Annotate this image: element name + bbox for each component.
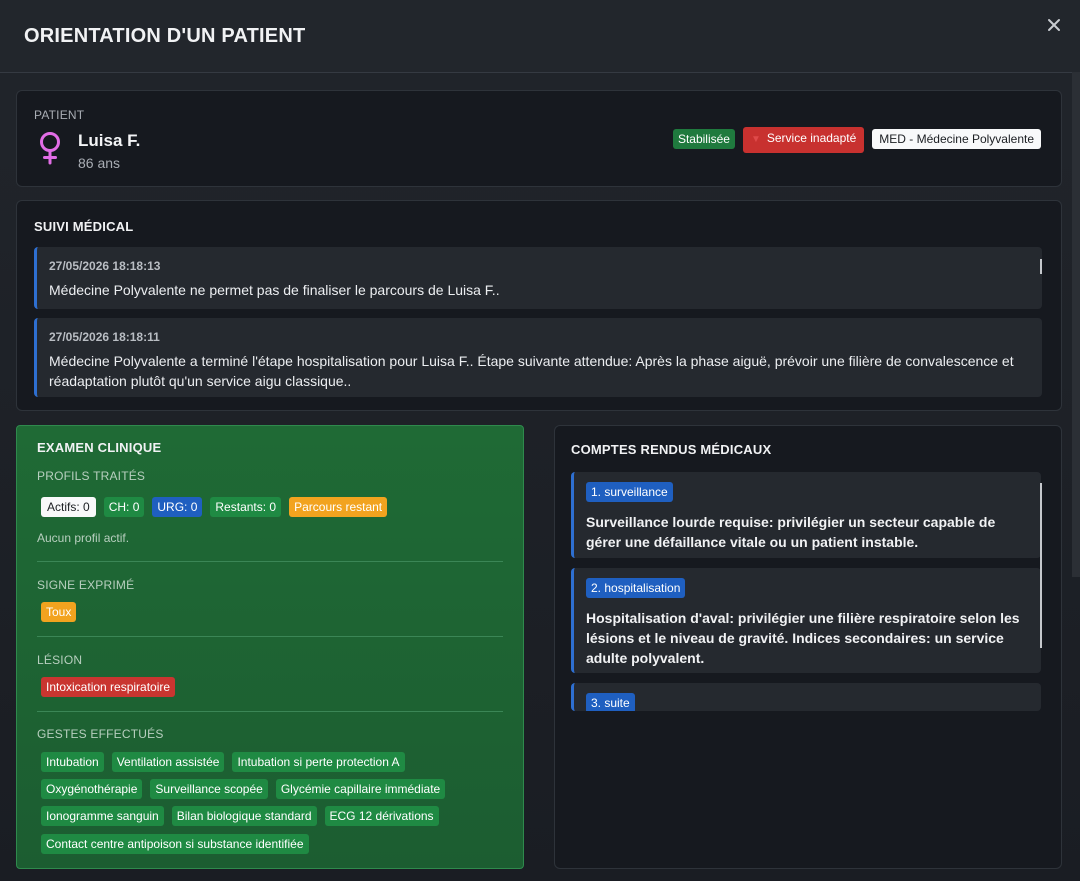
restants-chip: Restants: 0 <box>210 497 282 517</box>
signe-label: SIGNE EXPRIMÉ <box>37 578 135 592</box>
report-tag: 1. surveillance <box>586 482 673 502</box>
log-text: Médecine Polyvalente ne permet pas de fi… <box>49 282 500 298</box>
geste-chip: ECG 12 dérivations <box>324 806 439 826</box>
geste-chip: Bilan biologique standard <box>171 806 317 826</box>
examen-clinique-card: EXAMEN CLINIQUE PROFILS TRAITÉS Actifs: … <box>16 425 524 869</box>
report-tag: 2. hospitalisation <box>586 578 686 598</box>
report-tag: 3. suite <box>586 693 635 711</box>
report-item: 2. hospitalisation Hospitalisation d'ava… <box>571 568 1041 673</box>
geste-chip: Intubation <box>41 752 104 772</box>
orientation-modal: ORIENTATION D'UN PATIENT PATIENT Luisa F… <box>0 0 1080 881</box>
profils-row: Actifs: 0 CH: 0 URG: 0 Restants: 0 Parco… <box>41 497 388 517</box>
divider <box>37 636 503 637</box>
lesion-row: Intoxication respiratoire <box>41 677 176 697</box>
ch-chip: CH: 0 <box>103 497 145 517</box>
patient-label: PATIENT <box>34 108 85 122</box>
female-icon <box>35 131 65 165</box>
geste-chip: Glycémie capillaire immédiate <box>275 779 446 799</box>
report-item: 3. suite <box>571 683 1041 711</box>
profils-label: PROFILS TRAITÉS <box>37 469 146 483</box>
close-icon[interactable] <box>1046 18 1062 34</box>
lesion-chip: Intoxication respiratoire <box>41 677 176 697</box>
report-item: 1. surveillance Surveillance lourde requ… <box>571 472 1041 558</box>
suivi-title: SUIVI MÉDICAL <box>34 219 134 234</box>
log-text: Médecine Polyvalente a terminé l'étape h… <box>49 353 1014 389</box>
log-timestamp: 27/05/2026 18:18:11 <box>49 330 160 344</box>
exam-title: EXAMEN CLINIQUE <box>37 440 162 455</box>
modal-header: ORIENTATION D'UN PATIENT <box>0 0 1080 73</box>
gestes-label: GESTES EFFECTUÉS <box>37 727 164 741</box>
reports-title: COMPTES RENDUS MÉDICAUX <box>571 442 772 457</box>
signe-chip: Toux <box>41 602 77 622</box>
modal-title: ORIENTATION D'UN PATIENT <box>24 24 306 47</box>
lesion-label: LÉSION <box>37 653 83 667</box>
down-arrow-icon: ▼ <box>750 134 761 145</box>
patient-age: 86 ans <box>78 155 121 171</box>
log-entry: 27/05/2026 18:18:13 Médecine Polyvalente… <box>34 247 1042 309</box>
modal-scrollbar[interactable] <box>1072 72 1080 577</box>
signe-row: Toux <box>41 602 77 622</box>
gestes-row: Intubation Ventilation assistée Intubati… <box>41 752 405 772</box>
parcours-chip: Parcours restant <box>289 497 388 517</box>
no-profile-text: Aucun profil actif. <box>37 531 130 545</box>
patient-card: PATIENT Luisa F. 86 ans Stabilisée ▼ Serv… <box>16 90 1062 187</box>
scrollbar[interactable] <box>1040 259 1042 274</box>
geste-chip: Oxygénothérapie <box>41 779 143 799</box>
geste-chip: Ventilation assistée <box>111 752 225 772</box>
comptes-rendus-card: COMPTES RENDUS MÉDICAUX 1. surveillance … <box>554 425 1062 869</box>
geste-chip: Intubation si perte protection A <box>232 752 405 772</box>
service-warning-badge: ▼ Service inadapté <box>742 127 865 153</box>
urg-chip: URG: 0 <box>152 497 203 517</box>
gestes-row: Contact centre antipoison si substance i… <box>41 834 309 854</box>
service-warning-label: Service inadapté <box>766 131 857 145</box>
geste-chip: Contact centre antipoison si substance i… <box>41 834 309 854</box>
log-entry: 27/05/2026 18:18:11 Médecine Polyvalente… <box>34 318 1042 397</box>
suivi-medical-card: SUIVI MÉDICAL 27/05/2026 18:18:13 Médeci… <box>16 200 1062 411</box>
patient-name: Luisa F. <box>78 131 141 150</box>
divider <box>37 711 503 712</box>
geste-chip: Surveillance scopée <box>150 779 268 799</box>
gestes-row: Oxygénothérapie Surveillance scopée Glyc… <box>41 779 446 799</box>
state-badge: Stabilisée <box>672 129 735 149</box>
log-timestamp: 27/05/2026 18:18:13 <box>49 259 161 273</box>
report-text: Surveillance lourde requise: privilégier… <box>586 514 996 550</box>
report-text: Hospitalisation d'aval: privilégier une … <box>586 610 1020 666</box>
patient-badges: Stabilisée ▼ Service inadapté MED - Médec… <box>672 127 1041 153</box>
geste-chip: Ionogramme sanguin <box>41 806 164 826</box>
service-badge: MED - Médecine Polyvalente <box>872 129 1041 149</box>
gestes-row: Ionogramme sanguin Bilan biologique stan… <box>41 806 439 826</box>
divider <box>37 561 503 562</box>
actifs-chip: Actifs: 0 <box>41 497 96 517</box>
scrollbar[interactable] <box>1040 483 1042 648</box>
